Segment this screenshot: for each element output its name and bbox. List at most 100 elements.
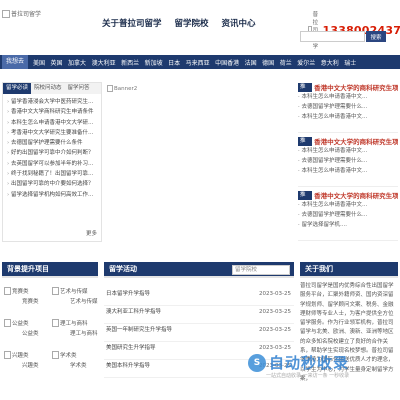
about-text: 普拉司留学是国内优秀综合性出国留学服务平台，汇聚外籍师资、国内资深留学规划师、留… xyxy=(300,283,394,382)
tab-school-updates[interactable]: 院校问动态 xyxy=(31,83,65,94)
featured-item[interactable]: · 本科生怎么申请香港中文... xyxy=(298,92,398,102)
category-image-alt: 艺术与传媒 xyxy=(60,289,88,295)
destination-bar: 我想去 美国 英国 加拿大 澳大利亚 新西兰 新加坡 日本 马来西亚 中国香港 … xyxy=(0,55,400,69)
featured-item[interactable]: · 本科生怎么申请香港中文... xyxy=(298,112,398,122)
banner-image: Banner2 xyxy=(107,85,137,92)
category-image-alt: 兴趣类 xyxy=(12,353,29,359)
recommend-badge: 推荐 xyxy=(298,136,313,153)
activity-title[interactable]: 美国研究生升学指导 xyxy=(104,342,156,359)
featured-title[interactable]: 香港中文大学的商科研究生项目 xyxy=(314,190,398,200)
activity-date: 2023-03-25 xyxy=(259,291,291,297)
news-item[interactable]: 留学选择留学机构如何高效工作... xyxy=(7,190,97,200)
destination-link[interactable]: 德国 xyxy=(262,58,274,67)
top-nav: 关于普拉司留学 留学院校 资讯中心 xyxy=(102,17,256,29)
activity-title[interactable]: 英国一年制研究生升学指导 xyxy=(104,324,172,341)
category-label: 学术类 xyxy=(70,363,87,369)
destination-link[interactable]: 荷兰 xyxy=(280,58,292,67)
program-categories: 竞赛类 竞赛类 艺术与传媒 艺术与传媒 公益类 公益类 理工与商科 理工与商科 … xyxy=(2,282,98,375)
activity-row[interactable]: 澳大利亚工科升学指导 2023-03-25 xyxy=(104,306,294,324)
featured-title[interactable]: 香港中文大学的商科研究生项目 xyxy=(314,82,398,92)
category-label: 艺术与传媒 xyxy=(70,299,98,305)
activity-row[interactable]: 日本留学升学指导 2023-03-25 xyxy=(104,288,294,306)
featured-item[interactable]: · 去德国留学护理需要什么... xyxy=(298,210,398,220)
category-academic[interactable]: 学术类 学术类 xyxy=(50,346,98,375)
broken-image-icon xyxy=(107,85,113,92)
nav-news[interactable]: 资讯中心 xyxy=(222,17,256,29)
featured-title[interactable]: 香港中文大学的商科研究生项目 xyxy=(314,136,398,146)
watermark: S 自动秒收录 xyxy=(248,352,349,373)
featured-heading: 推荐 香港中文大学的商科研究生项目 xyxy=(298,190,398,207)
programs-heading: 背景提升项目 xyxy=(2,262,98,278)
category-stem-business[interactable]: 理工与商科 理工与商科 xyxy=(50,314,98,343)
category-label: 理工与商科 xyxy=(70,331,98,337)
destination-link[interactable]: 新西兰 xyxy=(121,58,139,67)
search-input[interactable] xyxy=(300,31,365,42)
destination-link[interactable]: 爱尔兰 xyxy=(297,58,315,67)
destination-link[interactable]: 意大利 xyxy=(321,58,339,67)
destination-link[interactable]: 美国 xyxy=(33,58,45,67)
activity-title[interactable]: 澳大利亚工科升学指导 xyxy=(104,306,161,323)
news-item[interactable]: 考香港中文大学研究生要准备什么资料 xyxy=(7,128,97,138)
banner-slider[interactable]: Banner2 xyxy=(104,82,294,242)
news-item[interactable]: 留学香港浸会大学中医药研究生条件 xyxy=(7,97,97,107)
featured-heading: 推荐 香港中文大学的商科研究生项目 xyxy=(298,82,398,99)
featured-item[interactable]: · 本科生怎么申请香港中文... xyxy=(298,146,398,156)
news-item[interactable]: 终于找到秘籍了！出国留学可靠的中介... xyxy=(7,169,97,179)
watermark-subtext: 一站式自动收录 一来访一条 一秒收录 xyxy=(266,373,350,379)
destination-link[interactable]: 法国 xyxy=(245,58,257,67)
category-label: 竞赛类 xyxy=(22,299,39,305)
about-heading: 关于我们 xyxy=(300,262,398,278)
news-panel: 留学必读 院校问动态 留学问答 留学香港浸会大学中医药研究生条件 香港中文大学商… xyxy=(2,82,102,242)
watermark-text: 自动秒收录 xyxy=(269,354,350,372)
news-more-link[interactable]: 更多 xyxy=(86,229,97,237)
broken-image-icon xyxy=(4,351,11,359)
activity-search-input[interactable]: 留学院校 xyxy=(232,265,290,275)
category-image-alt: 公益类 xyxy=(12,321,29,327)
category-arts-media[interactable]: 艺术与传媒 艺术与传媒 xyxy=(50,282,98,311)
nav-schools[interactable]: 留学院校 xyxy=(175,17,209,29)
destination-link[interactable]: 澳大利亚 xyxy=(92,58,116,67)
tab-must-read[interactable]: 留学必读 xyxy=(3,83,32,94)
activity-date: 2023-03-25 xyxy=(259,327,291,333)
category-interest[interactable]: 兴趣类 兴趣类 xyxy=(2,346,50,375)
news-item[interactable]: 香港中文大学商科研究生申请条件 xyxy=(7,107,97,117)
featured-item[interactable]: · 本科生怎么申请香港中文... xyxy=(298,200,398,210)
search-button[interactable]: 搜索 xyxy=(366,31,386,42)
featured-item[interactable]: · 去德国留学护理需要什么... xyxy=(298,156,398,166)
nav-about[interactable]: 关于普拉司留学 xyxy=(102,17,162,29)
destination-link[interactable]: 加拿大 xyxy=(68,58,86,67)
destination-link[interactable]: 新加坡 xyxy=(145,58,163,67)
news-item[interactable]: 去英国留学可以参加半年的补习吗？ xyxy=(7,159,97,169)
category-competition[interactable]: 竞赛类 竞赛类 xyxy=(2,282,50,311)
phone-image-alt: 普拉司留学 xyxy=(312,12,319,50)
featured-item[interactable]: · 本科生怎么申请香港中文... xyxy=(298,166,398,176)
tab-qa[interactable]: 留学问答 xyxy=(65,83,93,94)
broken-image-icon xyxy=(52,351,59,359)
destination-link[interactable]: 英国 xyxy=(51,58,63,67)
activity-title[interactable]: 美国本科升学指导 xyxy=(104,360,150,377)
destination-link[interactable]: 日本 xyxy=(168,58,180,67)
featured-block: 推荐 香港中文大学的商科研究生项目 · 本科生怎么申请香港中文... · 去德国… xyxy=(298,190,398,241)
phone-block: 普拉司留学 13380024377 xyxy=(308,10,400,50)
recommend-badge: 推荐 xyxy=(298,190,313,207)
watermark-logo-icon: S xyxy=(248,353,266,372)
destination-link[interactable]: 中国香港 xyxy=(215,58,239,67)
activity-title[interactable]: 日本留学升学指导 xyxy=(104,288,150,305)
featured-block: 推荐 香港中文大学的商科研究生项目 · 本科生怎么申请香港中文... · 去德国… xyxy=(298,82,398,133)
news-item[interactable]: 去德国留学护理需要什么条件 xyxy=(7,138,97,148)
featured-heading: 推荐 香港中文大学的商科研究生项目 xyxy=(298,136,398,153)
news-item[interactable]: 本科生怎么申请香港中文大学研究生 xyxy=(7,118,97,128)
news-item[interactable]: 好的出国留学可靠中介如何判断？ xyxy=(7,148,97,158)
news-item[interactable]: 出国留学可靠的中介要如何选择？ xyxy=(7,179,97,189)
destination-link[interactable]: 马来西亚 xyxy=(186,58,210,67)
category-charity[interactable]: 公益类 公益类 xyxy=(2,314,50,343)
news-tabs: 留学必读 院校问动态 留学问答 xyxy=(3,83,101,94)
featured-item[interactable]: · 去德国留学护理需要什么... xyxy=(298,102,398,112)
site-logo[interactable]: 普拉司留学 xyxy=(2,9,41,18)
activity-row[interactable]: 英国一年制研究生升学指导 2023-03-25 xyxy=(104,324,294,342)
category-image-alt: 理工与商科 xyxy=(60,321,88,327)
featured-block: 推荐 香港中文大学的商科研究生项目 · 本科生怎么申请香港中文... · 去德国… xyxy=(298,136,398,187)
destination-link[interactable]: 瑞士 xyxy=(344,58,356,67)
featured-item[interactable]: · 留学选择留学机.... xyxy=(298,220,398,230)
category-image-alt: 竞赛类 xyxy=(12,289,29,295)
